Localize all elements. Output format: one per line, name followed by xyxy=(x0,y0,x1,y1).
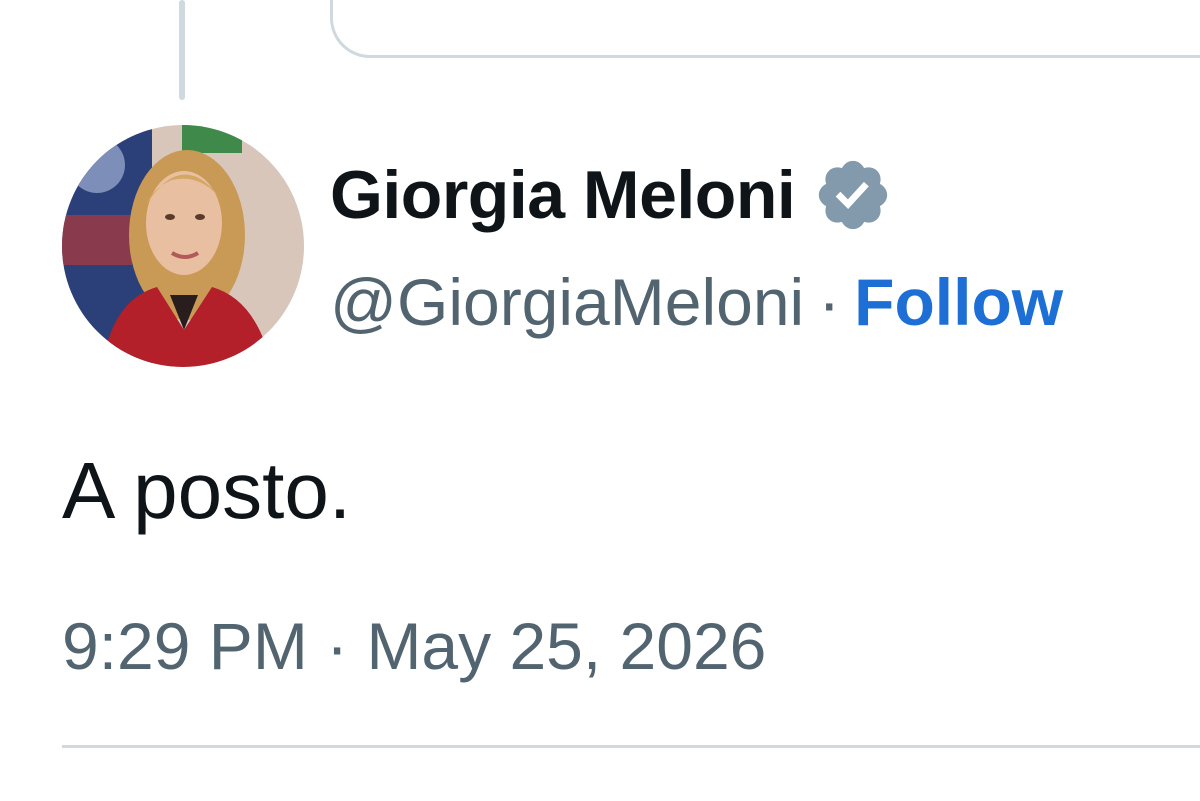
tweet-text: A posto. xyxy=(62,446,352,535)
divider xyxy=(62,745,1200,748)
thread-connector-line xyxy=(179,0,185,100)
avatar[interactable] xyxy=(62,125,304,367)
author-handle[interactable]: @GiorgiaMeloni xyxy=(330,264,804,340)
tweet-header: Giorgia Meloni @GiorgiaMeloni · Follow xyxy=(330,150,1063,342)
previous-tweet-card-edge xyxy=(330,0,1200,58)
tweet-timestamp[interactable]: 9:29 PM · May 25, 2026 xyxy=(62,608,766,684)
follow-button[interactable]: Follow xyxy=(854,264,1063,340)
verified-badge-icon xyxy=(819,160,888,230)
separator-dot: · xyxy=(818,265,841,339)
tweet-card: Giorgia Meloni @GiorgiaMeloni · Follow A… xyxy=(0,0,1200,801)
avatar-photo-icon xyxy=(62,125,304,367)
author-display-name[interactable]: Giorgia Meloni xyxy=(330,156,796,234)
